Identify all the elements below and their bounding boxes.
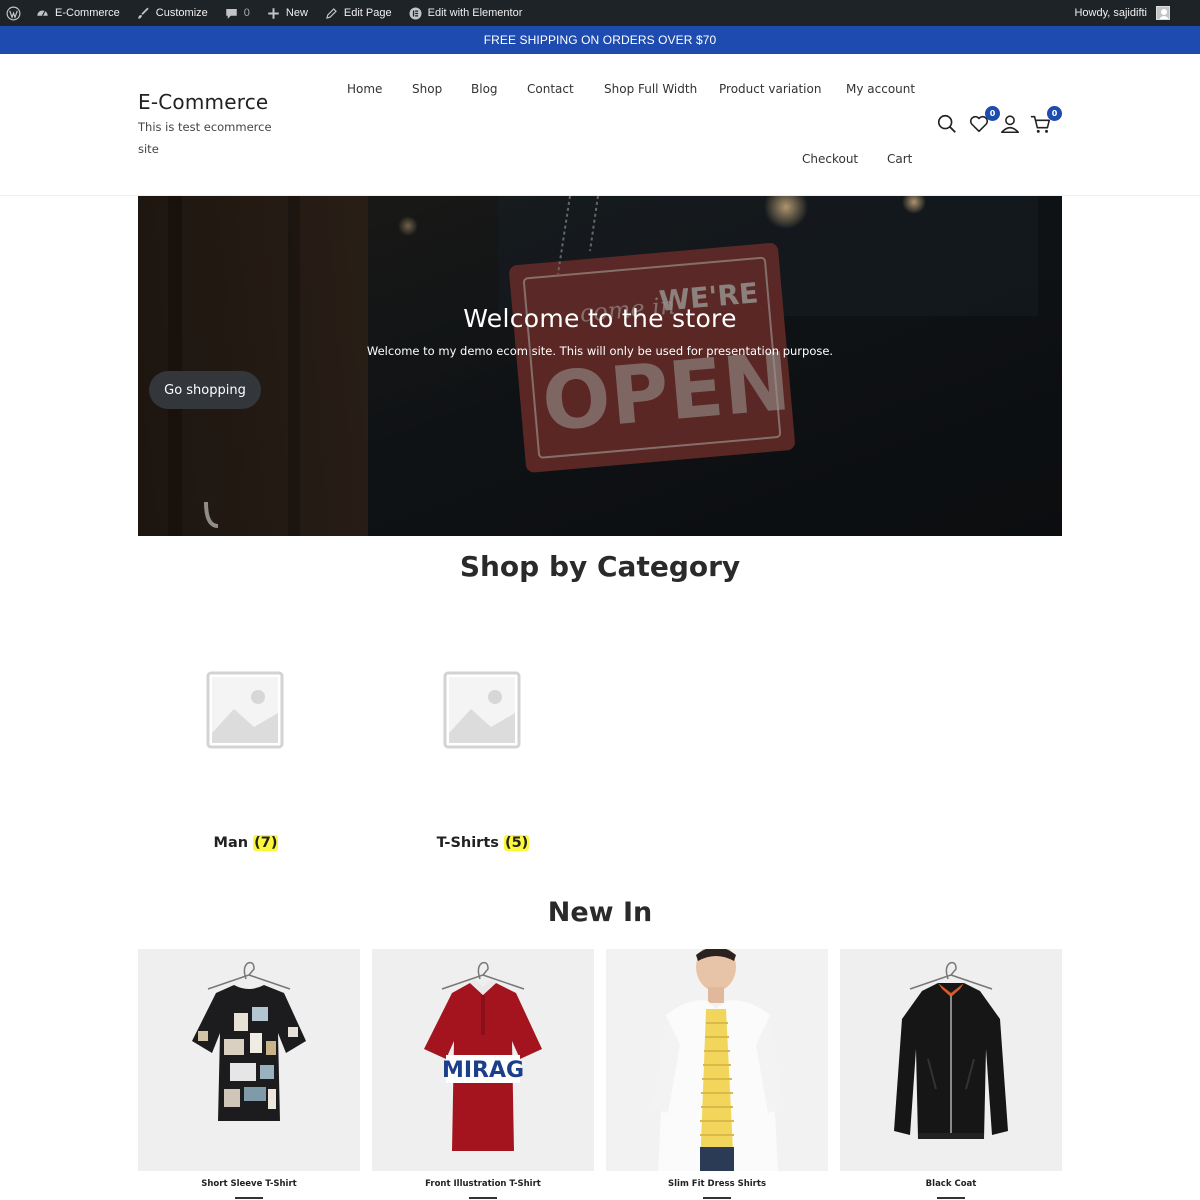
admin-bar-customize-label: Customize <box>155 7 208 19</box>
hero-background-image: come in WE'RE OPEN <box>138 196 1062 536</box>
product-divider <box>235 1197 263 1199</box>
promo-banner: FREE SHIPPING ON ORDERS OVER $70 <box>0 26 1200 54</box>
hero-title: Welcome to the store <box>463 304 737 333</box>
category-name: T-Shirts <box>436 835 499 851</box>
image-placeholder-icon <box>443 671 521 749</box>
admin-bar-comments[interactable]: 0 <box>216 0 258 26</box>
product-image[interactable] <box>138 949 360 1171</box>
elementor-icon <box>409 7 422 19</box>
hero-banner: come in WE'RE OPEN Welcome to the store … <box>138 196 1062 536</box>
category-count: (7) <box>253 835 279 851</box>
wp-admin-bar: E-Commerce Customize 0 New Edit Page Edi… <box>0 0 1200 26</box>
nav-product-variation[interactable]: Product variation <box>719 82 821 96</box>
polo-shirt-image: MIRAG <box>424 961 542 1151</box>
wordpress-icon <box>6 6 21 20</box>
nav-checkout[interactable]: Checkout <box>802 152 858 166</box>
wordpress-logo-menu[interactable] <box>0 0 27 26</box>
admin-bar-customize[interactable]: Customize <box>128 0 216 26</box>
admin-bar-howdy: Howdy, sajidifti <box>1074 7 1147 19</box>
pencil-icon <box>326 7 337 19</box>
hero-subtitle: Welcome to my demo ecom site. This will … <box>366 344 834 358</box>
site-header: E-Commerce This is test ecommerce site H… <box>0 54 1200 196</box>
admin-bar-my-account[interactable]: Howdy, sajidifti <box>1066 0 1200 26</box>
avatar <box>1156 6 1170 20</box>
admin-bar-edit-page-label: Edit Page <box>343 7 392 19</box>
product-name[interactable]: Slim Fit Dress Shirts <box>606 1179 828 1189</box>
category-label: T-Shirts (5) <box>373 835 593 851</box>
admin-bar-comments-count: 0 <box>243 7 250 19</box>
comment-icon <box>226 8 237 19</box>
admin-bar-site-label: E-Commerce <box>55 7 120 19</box>
wishlist-link[interactable]: 0 <box>968 106 1000 136</box>
plus-icon <box>268 7 279 19</box>
product-image[interactable] <box>840 949 1062 1171</box>
shirt-print-text: MIRAG <box>442 1058 524 1083</box>
product-name[interactable]: Short Sleeve T-Shirt <box>138 1179 360 1189</box>
header-icons: 0 0 <box>936 106 1066 136</box>
nav-my-account[interactable]: My account <box>846 82 915 96</box>
nav-cart[interactable]: Cart <box>887 152 912 166</box>
model-dress-shirt-image <box>652 949 784 1171</box>
black-coat-image <box>894 961 1008 1139</box>
tshirt-printed-image <box>192 961 306 1121</box>
product-name[interactable]: Black Coat <box>840 1179 1062 1189</box>
product-divider <box>937 1197 965 1199</box>
promo-text: FREE SHIPPING ON ORDERS OVER $70 <box>483 33 717 47</box>
category-card-man[interactable]: Man (7) <box>136 671 356 861</box>
admin-bar-edit-elementor[interactable]: Edit with Elementor <box>400 0 531 26</box>
admin-bar-edit-page[interactable]: Edit Page <box>316 0 400 26</box>
nav-blog[interactable]: Blog <box>471 82 498 96</box>
nav-shop[interactable]: Shop <box>412 82 442 96</box>
product-name[interactable]: Front Illustration T-Shirt <box>372 1179 594 1189</box>
nav-home[interactable]: Home <box>347 82 382 96</box>
product-image[interactable] <box>606 949 828 1171</box>
product-divider <box>703 1197 731 1199</box>
admin-bar-new[interactable]: New <box>258 0 316 26</box>
cart-count-badge: 0 <box>1047 106 1062 121</box>
user-icon[interactable] <box>999 112 1021 136</box>
category-card-t-shirts[interactable]: T-Shirts (5) <box>373 671 593 861</box>
paintbrush-icon <box>138 7 149 19</box>
nav-contact[interactable]: Contact <box>527 82 574 96</box>
go-shopping-button[interactable]: Go shopping <box>149 371 261 409</box>
shop-by-category-title: Shop by Category <box>459 550 741 583</box>
cart-link[interactable]: 0 <box>1030 106 1062 136</box>
wishlist-count-badge: 0 <box>985 106 1000 121</box>
search-icon[interactable] <box>936 112 958 136</box>
category-name: Man <box>213 835 249 851</box>
category-count: (5) <box>503 835 530 851</box>
new-in-title: New In <box>547 897 653 928</box>
admin-bar-new-label: New <box>285 7 308 19</box>
nav-shop-full-width[interactable]: Shop Full Width <box>604 82 697 96</box>
image-placeholder-icon <box>206 671 284 749</box>
product-divider <box>469 1197 497 1199</box>
product-image[interactable]: MIRAG <box>372 949 594 1171</box>
admin-bar-site-name[interactable]: E-Commerce <box>27 0 128 26</box>
dashboard-icon <box>37 10 48 16</box>
category-label: Man (7) <box>136 835 356 851</box>
admin-bar-edit-elementor-label: Edit with Elementor <box>427 7 523 19</box>
